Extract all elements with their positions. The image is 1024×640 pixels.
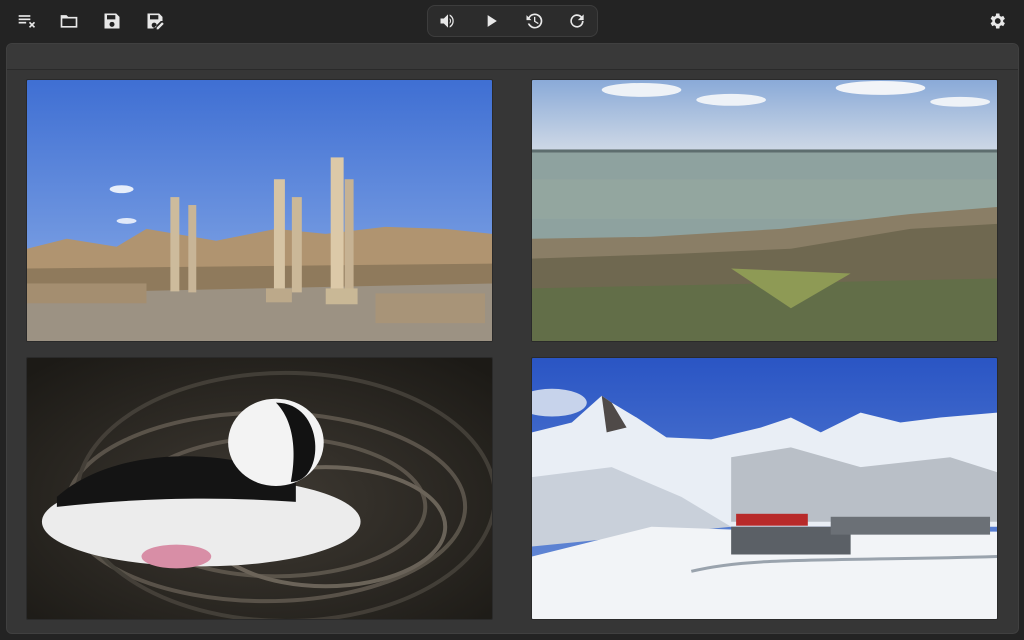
save-as-icon — [147, 13, 164, 30]
play-button[interactable] — [479, 9, 503, 33]
lake-image — [532, 80, 997, 341]
folder-open-icon — [60, 15, 78, 28]
history-button[interactable] — [522, 9, 546, 33]
video-tile-mountain[interactable] — [531, 357, 998, 620]
panel-header — [7, 44, 1018, 70]
settings-button[interactable] — [985, 9, 1009, 33]
open-folder-button[interactable] — [57, 9, 81, 33]
media-panel — [6, 43, 1019, 634]
reload-icon — [570, 14, 584, 28]
duck-image — [27, 358, 492, 619]
player-controls — [427, 5, 598, 37]
clear-playlist-button[interactable] — [15, 9, 39, 33]
volume-icon — [440, 14, 454, 28]
save-as-button[interactable] — [143, 9, 167, 33]
history-icon — [526, 13, 543, 29]
reload-button[interactable] — [565, 9, 589, 33]
settings-icon — [990, 13, 1005, 29]
save-button[interactable] — [100, 9, 124, 33]
volume-button[interactable] — [436, 9, 460, 33]
top-toolbar — [0, 0, 1024, 42]
video-tile-duck[interactable] — [26, 357, 493, 620]
video-tile-lake[interactable] — [531, 79, 998, 342]
ruins-image — [27, 80, 492, 341]
play-icon — [487, 15, 497, 27]
video-tile-ruins[interactable] — [26, 79, 493, 342]
save-icon — [104, 13, 120, 29]
clear-playlist-icon — [18, 15, 36, 28]
mountain-image — [532, 358, 997, 619]
video-grid — [15, 70, 1012, 630]
